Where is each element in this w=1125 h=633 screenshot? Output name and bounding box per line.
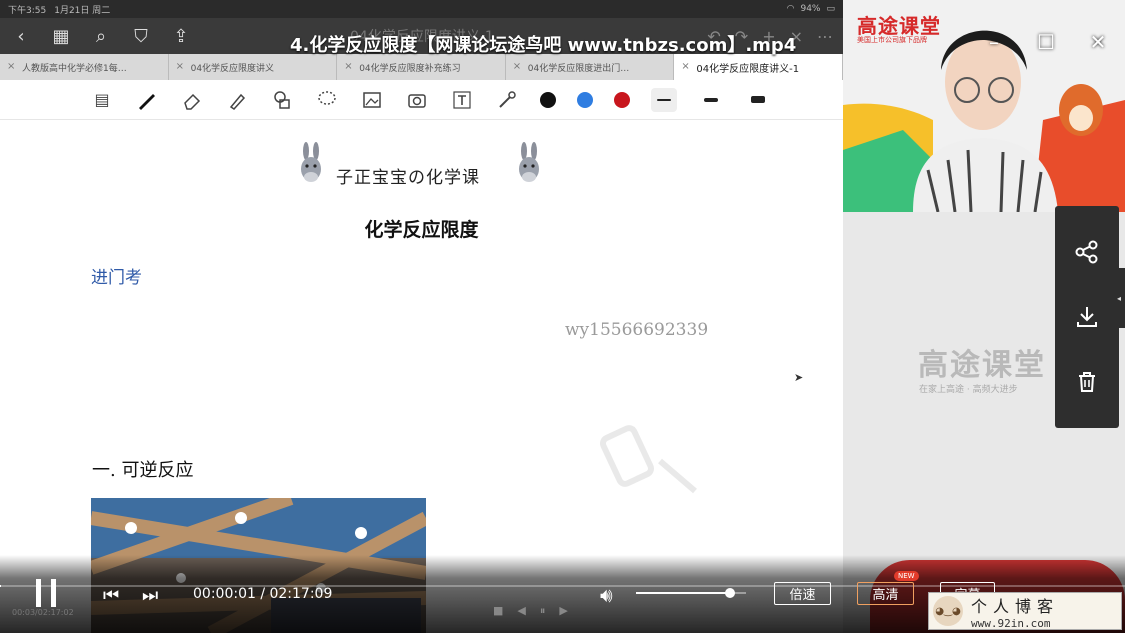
site-watermark-badge: ◕‿◕ 个人博客 www.92in.com: [928, 592, 1122, 630]
bookmark-icon[interactable]: ⛉: [130, 26, 152, 47]
playback-speed-button[interactable]: 倍速: [774, 582, 831, 605]
underlying-player-time: 00:03/02:17:02: [12, 608, 74, 617]
donkey-mascot-right-icon: [519, 142, 539, 182]
watermark-user-id: wy15566692339: [565, 320, 709, 340]
volume-slider[interactable]: [636, 588, 746, 598]
window-controls: – ☐ ✕: [983, 30, 1109, 54]
site-name: 个人博客: [971, 596, 1060, 616]
video-file-title: 4.化学反应限度【网课论坛途鸟吧 www.tnbzs.com】.mp4: [290, 35, 797, 56]
tab-close-icon[interactable]: ×: [344, 61, 352, 72]
course-banner: 子正宝宝の化学课: [298, 141, 548, 195]
tab-close-icon[interactable]: ×: [7, 61, 15, 72]
share-button[interactable]: [1071, 236, 1103, 268]
pause-icon: [36, 579, 41, 607]
tab-close-icon[interactable]: ×: [513, 61, 521, 72]
battery-icon: ▭: [826, 4, 835, 14]
volume-button[interactable]: 🔊︎: [600, 583, 613, 607]
time-display: 00:00:01 / 02:17:09: [193, 586, 333, 602]
mini-stop-icon[interactable]: ■: [493, 604, 503, 618]
tab-doc-3[interactable]: × 04化学反应限度补充练习: [337, 54, 506, 80]
download-icon: [1077, 306, 1097, 327]
stroke-medium-option[interactable]: [698, 88, 724, 112]
gaotu-large-logo: 高途课堂: [918, 348, 1046, 383]
tab-doc-1[interactable]: × 人教版高中化学必修1每…: [0, 54, 169, 80]
ipad-status-bar: 下午3:55 1月21日 周二 ◠ 94% ▭: [0, 0, 843, 18]
document-title: 化学反应限度: [364, 219, 479, 241]
close-window-icon[interactable]: ✕: [1087, 30, 1109, 54]
quality-button[interactable]: 高清 NEW: [857, 571, 919, 605]
donkey-mascot-left-icon: [301, 142, 321, 182]
mini-prev-icon[interactable]: ◀: [517, 604, 525, 618]
drawing-tools-bar: ▤: [0, 80, 843, 120]
search-icon[interactable]: ⌕: [90, 26, 112, 47]
document-tabs: × 人教版高中化学必修1每… × 04化学反应限度讲义 × 04化学反应限度补充练习 …: [0, 54, 843, 80]
share-nodes-icon: [1075, 240, 1098, 264]
tab-close-icon[interactable]: ×: [681, 61, 689, 72]
text-box-icon[interactable]: [450, 88, 474, 112]
pause-button[interactable]: [34, 579, 60, 607]
camera-icon[interactable]: [405, 88, 429, 112]
entry-quiz-heading: 进门考: [91, 268, 142, 288]
status-date: 1月21日 周二: [54, 5, 111, 16]
wifi-icon: ◠: [786, 4, 795, 14]
page-mode-icon[interactable]: ▤: [90, 88, 114, 112]
grid-icon[interactable]: ▦: [50, 26, 72, 47]
video-player-window: 下午3:55 1月21日 周二 ◠ 94% ▭ ‹ ▦ ⌕ ⛉ ⇪ 04化学反应…: [0, 0, 1125, 633]
site-url: www.92in.com: [971, 616, 1051, 630]
more-icon[interactable]: ⋯: [817, 27, 833, 46]
volume-slider-knob[interactable]: [725, 588, 735, 598]
laser-pointer-icon[interactable]: [495, 88, 519, 112]
mini-pause-icon[interactable]: ⏸: [540, 604, 546, 618]
battery-level: 94%: [800, 4, 821, 14]
right-side-panel: 高途课堂 美国上市公司旗下品牌 – ☐ ✕ 高途课堂 在家上高途 · 高频大进步: [843, 0, 1125, 633]
section-heading-reversible-reaction: 一. 可逆反应: [92, 460, 194, 481]
collapse-panel-handle[interactable]: ◂: [1113, 268, 1125, 328]
delete-button[interactable]: [1071, 366, 1103, 398]
image-icon[interactable]: [360, 88, 384, 112]
lecture-content-area: 下午3:55 1月21日 周二 ◠ 94% ▭ ‹ ▦ ⌕ ⛉ ⇪ 04化学反应…: [0, 0, 843, 633]
color-red-swatch[interactable]: [614, 91, 630, 108]
underlying-mini-controls: ■ ◀ ⏸ ▶: [493, 604, 568, 618]
trash-icon: [1079, 371, 1095, 392]
quality-label: 高清: [872, 588, 899, 603]
video-actions-panel: [1055, 206, 1119, 428]
share-icon[interactable]: ⇪: [170, 26, 192, 47]
minimize-icon[interactable]: –: [983, 30, 1005, 54]
course-banner-text: 子正宝宝の化学课: [336, 168, 480, 188]
stroke-thick-option[interactable]: [745, 88, 771, 112]
seek-bar-fill: [0, 585, 1, 587]
shapes-icon[interactable]: [270, 88, 294, 112]
fox-mascot-icon: [1059, 84, 1103, 136]
mini-next-icon[interactable]: ▶: [559, 604, 567, 618]
previous-button[interactable]: ⏮: [103, 585, 119, 606]
eraser-icon[interactable]: [180, 88, 204, 112]
faded-logo-watermark-icon: [600, 425, 697, 494]
gaotu-brand-tagline: 美国上市公司旗下品牌: [857, 36, 927, 44]
speaker-icon: 🔊︎: [600, 583, 613, 607]
maximize-icon[interactable]: ☐: [1035, 30, 1057, 54]
back-icon[interactable]: ‹: [10, 26, 32, 47]
download-button[interactable]: [1071, 301, 1103, 333]
avatar: ◕‿◕: [933, 596, 963, 626]
tab-close-icon[interactable]: ×: [176, 61, 184, 72]
tab-doc-5-active[interactable]: × 04化学反应限度讲义-1: [674, 54, 843, 80]
skip-back-icon: ⏮: [103, 585, 120, 606]
stroke-thin-option[interactable]: [651, 87, 677, 112]
pen-tool-icon[interactable]: [135, 88, 159, 112]
color-blue-swatch[interactable]: [577, 91, 593, 108]
color-black-swatch[interactable]: [540, 91, 556, 108]
volume-slider-fill: [636, 592, 730, 594]
teacher-webcam-view: 高途课堂 美国上市公司旗下品牌 – ☐ ✕: [843, 0, 1125, 212]
skip-forward-icon: ⏭: [142, 585, 159, 606]
highlighter-icon[interactable]: [225, 88, 249, 112]
tab-doc-2[interactable]: × 04化学反应限度讲义: [169, 54, 338, 80]
mouse-cursor-icon: ➤: [794, 371, 804, 384]
tab-doc-4[interactable]: × 04化学反应限度进出门…: [506, 54, 675, 80]
gaotu-slogan: 在家上高途 · 高频大进步: [919, 385, 1018, 395]
new-badge: NEW: [894, 571, 919, 581]
lasso-icon[interactable]: [315, 88, 339, 112]
status-time: 下午3:55: [8, 5, 47, 16]
next-button[interactable]: ⏭: [142, 585, 158, 606]
